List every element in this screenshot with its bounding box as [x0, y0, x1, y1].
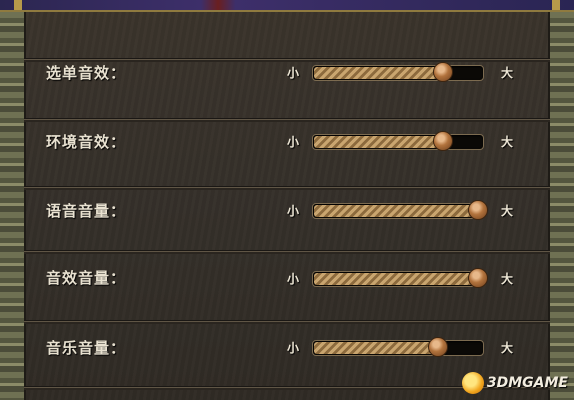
row-divider: [24, 118, 550, 122]
ambient-sfx-label: 环境音效：: [46, 133, 127, 151]
watermark-text: 3DMGAME: [486, 375, 568, 391]
music-volume-slider-knob[interactable]: [428, 337, 448, 357]
sfx-volume-slider-knob[interactable]: [468, 268, 488, 288]
watermark-logo: 3DMGAME: [461, 370, 568, 396]
min-label: 小: [286, 135, 299, 149]
right-ornate-border: [548, 12, 574, 400]
ambient-sfx-slider-knob[interactable]: [433, 131, 453, 151]
min-label: 小: [286, 341, 299, 355]
menu-sfx-slider-fill: [314, 67, 442, 79]
max-label: 大: [500, 341, 513, 355]
max-label: 大: [500, 66, 513, 80]
left-ornate-border: [0, 12, 26, 400]
voice-volume-slider-fill: [314, 205, 477, 217]
voice-volume-slider[interactable]: [312, 200, 488, 220]
music-volume-slider[interactable]: [312, 337, 484, 357]
voice-volume-label: 语音音量：: [46, 202, 127, 220]
row-divider: [24, 250, 550, 254]
ambient-sfx-slider-fill: [314, 136, 442, 148]
top-decorative-banner: [0, 0, 574, 12]
sfx-volume-slider-fill: [314, 273, 477, 285]
menu-sfx-slider-knob[interactable]: [433, 62, 453, 82]
min-label: 小: [286, 66, 299, 80]
min-label: 小: [286, 272, 299, 286]
ornament: [552, 0, 560, 10]
music-volume-slider-fill: [314, 342, 437, 354]
ornament: [14, 0, 22, 10]
music-volume-label: 音乐音量：: [46, 339, 127, 357]
voice-volume-slider-knob[interactable]: [468, 200, 488, 220]
menu-sfx-slider[interactable]: [312, 62, 484, 82]
max-label: 大: [500, 135, 513, 149]
ambient-sfx-slider[interactable]: [312, 131, 484, 151]
max-label: 大: [500, 204, 513, 218]
row-divider: [24, 186, 550, 190]
max-label: 大: [500, 272, 513, 286]
row-divider: [24, 320, 550, 324]
sfx-volume-label: 音效音量：: [46, 269, 127, 287]
min-label: 小: [286, 204, 299, 218]
menu-sfx-label: 选单音效：: [46, 64, 127, 82]
sfx-volume-slider[interactable]: [312, 268, 488, 288]
3dm-logo-icon: [461, 372, 484, 394]
